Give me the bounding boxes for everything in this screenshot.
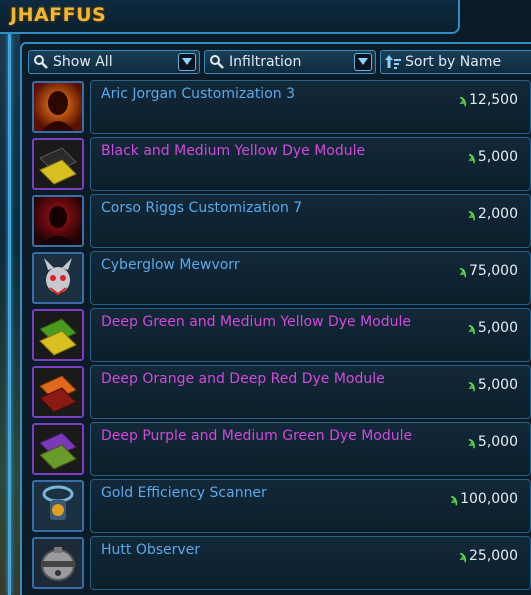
credits-icon: ϡ bbox=[468, 150, 476, 164]
list-item[interactable]: Corso Riggs Customization 7 ϡ 2,000 bbox=[30, 194, 531, 248]
item-price: ϡ 2,000 bbox=[468, 206, 518, 222]
credits-icon: ϡ bbox=[450, 492, 459, 506]
item-card[interactable]: Cyberglow Mewvorr ϡ 75,000 bbox=[90, 251, 531, 305]
credits-icon: ϡ bbox=[468, 321, 476, 335]
item-card[interactable]: Aric Jorgan Customization 3 ϡ 12,500 bbox=[90, 80, 531, 134]
item-name: Hutt Observer bbox=[101, 542, 201, 558]
list-item[interactable]: Black and Medium Yellow Dye Module ϡ 5,00… bbox=[30, 137, 531, 191]
category-dropdown[interactable]: Show All bbox=[28, 50, 200, 74]
credits-icon: ϡ bbox=[468, 435, 476, 449]
dye-module-icon bbox=[32, 309, 84, 361]
subcategory-dropdown[interactable]: Infiltration bbox=[204, 50, 376, 74]
item-price: ϡ 25,000 bbox=[459, 548, 518, 564]
list-item[interactable]: Deep Purple and Medium Green Dye Module … bbox=[30, 422, 531, 476]
item-name: Aric Jorgan Customization 3 bbox=[101, 86, 295, 102]
list-item[interactable]: Gold Efficiency Scanner ϡ 100,000 bbox=[30, 479, 531, 533]
subcategory-dropdown-label: Infiltration bbox=[229, 54, 302, 70]
item-price: ϡ 100,000 bbox=[450, 491, 518, 507]
credits-icon: ϡ bbox=[468, 378, 476, 392]
sort-button[interactable]: Sort by Name bbox=[380, 50, 531, 74]
item-card[interactable]: Gold Efficiency Scanner ϡ 100,000 bbox=[90, 479, 531, 533]
sort-icon bbox=[385, 55, 401, 69]
search-icon bbox=[210, 55, 224, 69]
item-name: Deep Green and Medium Yellow Dye Module bbox=[101, 314, 411, 330]
credits-icon: ϡ bbox=[459, 264, 467, 278]
dye-module-icon bbox=[32, 423, 84, 475]
item-name: Cyberglow Mewvorr bbox=[101, 257, 240, 273]
dye-module-icon bbox=[32, 366, 84, 418]
item-card[interactable]: Hutt Observer ϡ 25,000 bbox=[90, 536, 531, 590]
credits-icon: ϡ bbox=[459, 93, 467, 107]
credits-icon: ϡ bbox=[459, 549, 467, 563]
title-bar[interactable]: JHAFFUS bbox=[0, 0, 460, 34]
item-card[interactable]: Deep Purple and Medium Green Dye Module … bbox=[90, 422, 531, 476]
item-card[interactable]: Corso Riggs Customization 7 ϡ 2,000 bbox=[90, 194, 531, 248]
credits-icon: ϡ bbox=[468, 207, 476, 221]
item-price: ϡ 5,000 bbox=[468, 434, 518, 450]
chevron-down-icon[interactable] bbox=[178, 53, 196, 71]
list-item[interactable]: Aric Jorgan Customization 3 ϡ 12,500 bbox=[30, 80, 531, 134]
category-dropdown-label: Show All bbox=[53, 54, 113, 70]
frame-border bbox=[8, 34, 11, 595]
item-price: ϡ 5,000 bbox=[468, 320, 518, 336]
item-price: ϡ 75,000 bbox=[459, 263, 518, 279]
item-price: ϡ 12,500 bbox=[459, 92, 518, 108]
item-name: Corso Riggs Customization 7 bbox=[101, 200, 303, 216]
item-name: Deep Orange and Deep Red Dye Module bbox=[101, 371, 385, 387]
item-card[interactable]: Deep Green and Medium Yellow Dye Module … bbox=[90, 308, 531, 362]
list-item[interactable]: Deep Orange and Deep Red Dye Module ϡ 5,0… bbox=[30, 365, 531, 419]
item-card[interactable]: Deep Orange and Deep Red Dye Module ϡ 5,0… bbox=[90, 365, 531, 419]
item-name: Black and Medium Yellow Dye Module bbox=[101, 143, 366, 159]
window-title: JHAFFUS bbox=[10, 4, 107, 26]
pet-icon bbox=[32, 252, 84, 304]
item-card[interactable]: Black and Medium Yellow Dye Module ϡ 5,00… bbox=[90, 137, 531, 191]
item-price: ϡ 5,000 bbox=[468, 377, 518, 393]
chevron-down-icon[interactable] bbox=[354, 53, 372, 71]
item-price: ϡ 5,000 bbox=[468, 149, 518, 165]
item-name: Gold Efficiency Scanner bbox=[101, 485, 267, 501]
item-name: Deep Purple and Medium Green Dye Module bbox=[101, 428, 413, 444]
droid-icon bbox=[32, 537, 84, 589]
list-item[interactable]: Deep Green and Medium Yellow Dye Module … bbox=[30, 308, 531, 362]
sort-button-label: Sort by Name bbox=[405, 54, 502, 70]
search-icon bbox=[34, 55, 48, 69]
cathar-portrait-icon bbox=[32, 81, 84, 133]
scanner-icon bbox=[32, 480, 84, 532]
red-portrait-icon bbox=[32, 195, 84, 247]
list-item[interactable]: Cyberglow Mewvorr ϡ 75,000 bbox=[30, 251, 531, 305]
dye-module-icon bbox=[32, 138, 84, 190]
list-item[interactable]: Hutt Observer ϡ 25,000 bbox=[30, 536, 531, 590]
